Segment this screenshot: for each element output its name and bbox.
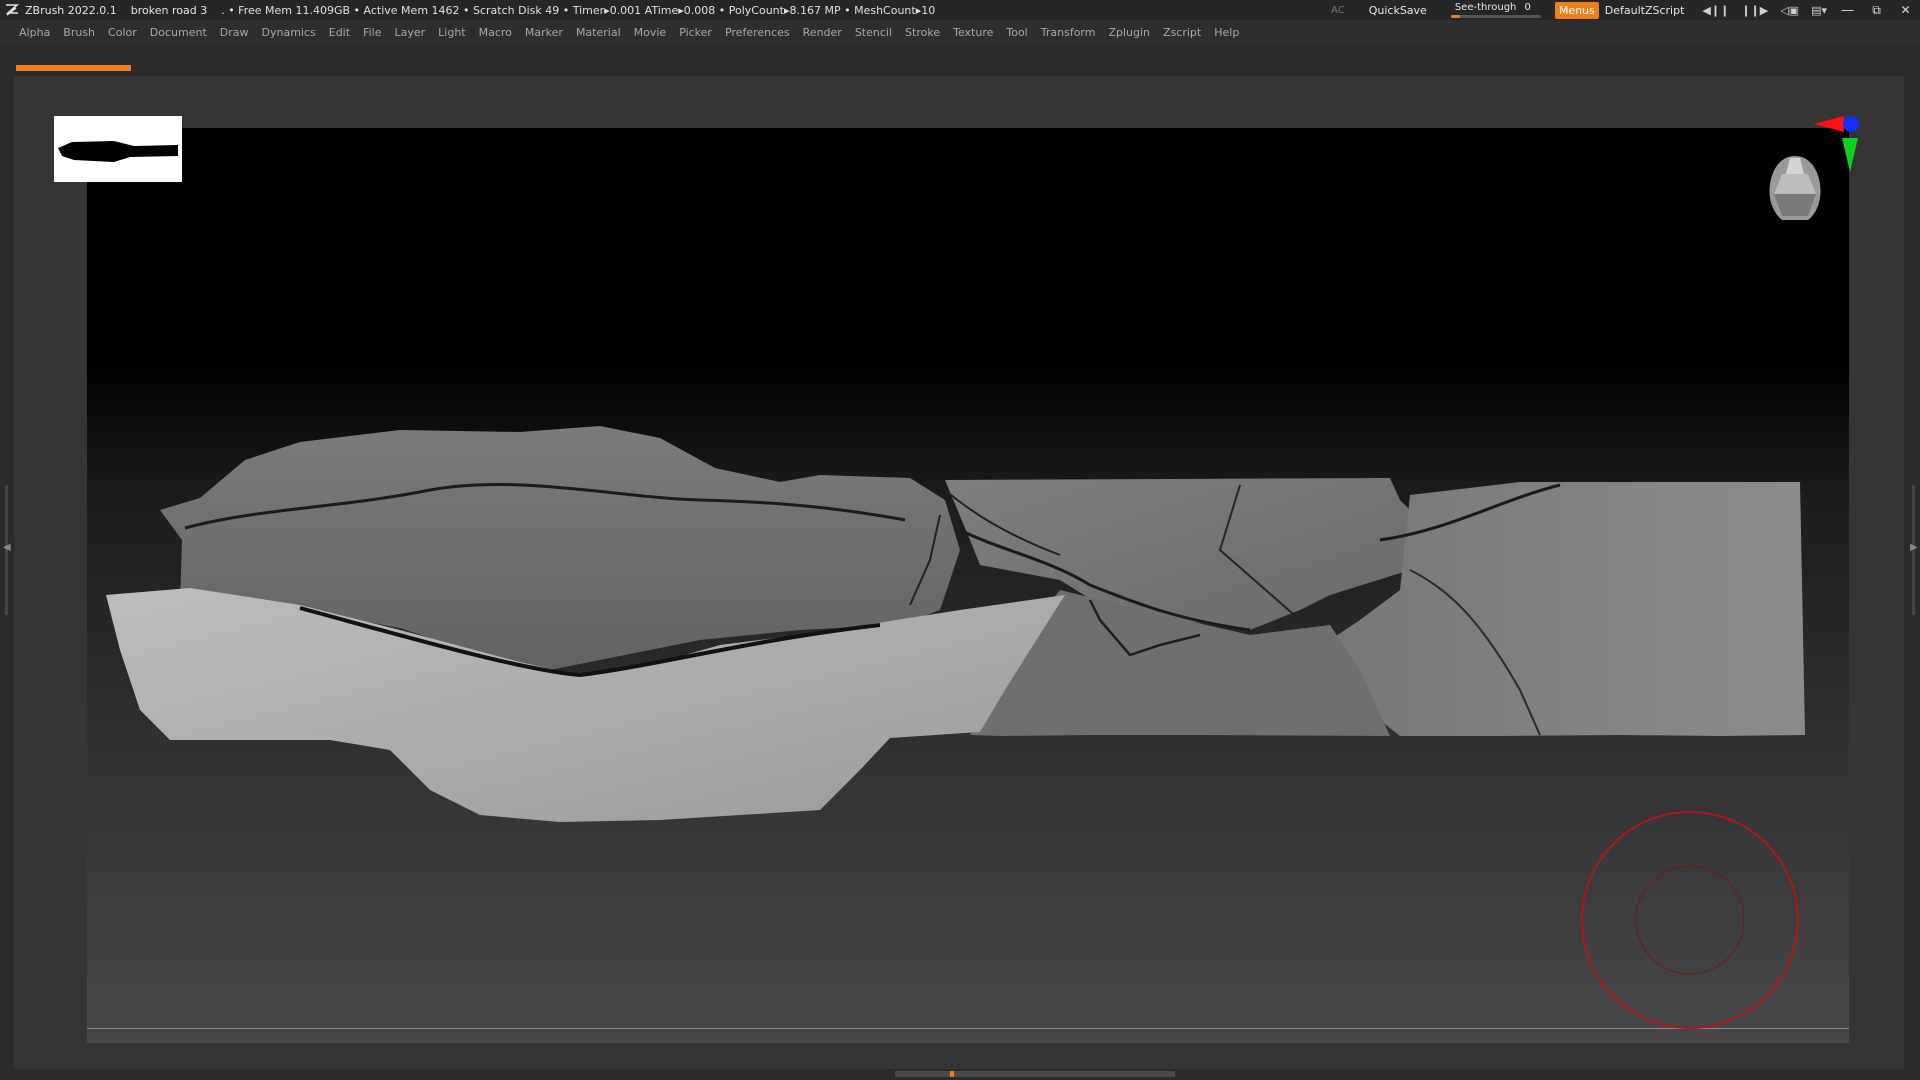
menu-edit[interactable]: Edit: [329, 26, 350, 39]
left-tray-arrow-icon[interactable]: ◀: [3, 542, 11, 553]
see-through-fill: [1450, 15, 1460, 18]
menu-tool[interactable]: Tool: [1006, 26, 1027, 39]
menu-document[interactable]: Document: [150, 26, 207, 39]
bottom-shelf-handle[interactable]: [895, 1071, 1175, 1077]
memory-stats: . • Free Mem 11.409GB • Active Mem 1462 …: [221, 3, 936, 17]
menu-stencil[interactable]: Stencil: [855, 26, 892, 39]
default-zscript-button[interactable]: DefaultZScript: [1605, 4, 1685, 17]
main-menu-bar: Alpha Brush Color Document Draw Dynamics Edit F…: [0, 20, 1920, 44]
close-icon[interactable]: ✕: [1891, 3, 1920, 17]
minimize-icon[interactable]: ―: [1833, 3, 1862, 17]
menu-picker[interactable]: Picker: [679, 26, 712, 39]
menu-brush[interactable]: Brush: [63, 26, 95, 39]
menu-dynamics[interactable]: Dynamics: [262, 26, 316, 39]
app-version: ZBrush 2022.0.1: [25, 3, 117, 17]
menu-draw[interactable]: Draw: [220, 26, 249, 39]
menu-light[interactable]: Light: [438, 26, 465, 39]
menu-file[interactable]: File: [363, 26, 381, 39]
title-bar: ZBrush 2022.0.1 broken road 3 . • Free M…: [0, 0, 1920, 20]
quicksave-button[interactable]: QuickSave: [1369, 4, 1427, 17]
interface-layout-icon[interactable]: ▤▾: [1811, 4, 1827, 17]
thumbnail-preview[interactable]: [54, 116, 182, 182]
navigation-head-icon[interactable]: [1760, 150, 1830, 230]
see-through-label: See-through: [1454, 2, 1517, 13]
menu-help[interactable]: Help: [1214, 26, 1239, 39]
progress-bar: [16, 65, 131, 71]
floating-palette-icon[interactable]: ◁▣: [1780, 4, 1799, 17]
menu-marker[interactable]: Marker: [525, 26, 563, 39]
menus-button[interactable]: Menus: [1554, 1, 1599, 19]
menu-preferences[interactable]: Preferences: [725, 26, 790, 39]
see-through-track: [1450, 15, 1541, 18]
menu-texture[interactable]: Texture: [953, 26, 993, 39]
menu-material[interactable]: Material: [576, 26, 621, 39]
menu-stroke[interactable]: Stroke: [905, 26, 940, 39]
zbrush-logo-icon[interactable]: [4, 2, 20, 18]
see-through-slider[interactable]: See-through 0: [1450, 0, 1541, 20]
menu-macro[interactable]: Macro: [479, 26, 512, 39]
switch-light-icon[interactable]: ◀❙❙: [1702, 4, 1729, 17]
document-name: broken road 3: [130, 3, 208, 17]
menu-zplugin[interactable]: Zplugin: [1108, 26, 1150, 39]
ac-toggle[interactable]: AC: [1331, 5, 1345, 16]
right-tray-arrow-icon[interactable]: ▶: [1910, 542, 1918, 553]
menu-movie[interactable]: Movie: [634, 26, 667, 39]
road-mesh-model[interactable]: [100, 390, 1810, 830]
menu-alpha[interactable]: Alpha: [19, 26, 50, 39]
menu-layer[interactable]: Layer: [394, 26, 425, 39]
see-through-value: 0: [1524, 2, 1531, 13]
menu-transform[interactable]: Transform: [1041, 26, 1096, 39]
restore-icon[interactable]: ⧉: [1862, 3, 1891, 18]
undo-history-icon[interactable]: ❙❙▶: [1741, 4, 1768, 17]
brush-cursor: [1581, 811, 1799, 1029]
menu-zscript[interactable]: Zscript: [1163, 26, 1201, 39]
menu-color[interactable]: Color: [108, 26, 137, 39]
menu-render[interactable]: Render: [803, 26, 842, 39]
